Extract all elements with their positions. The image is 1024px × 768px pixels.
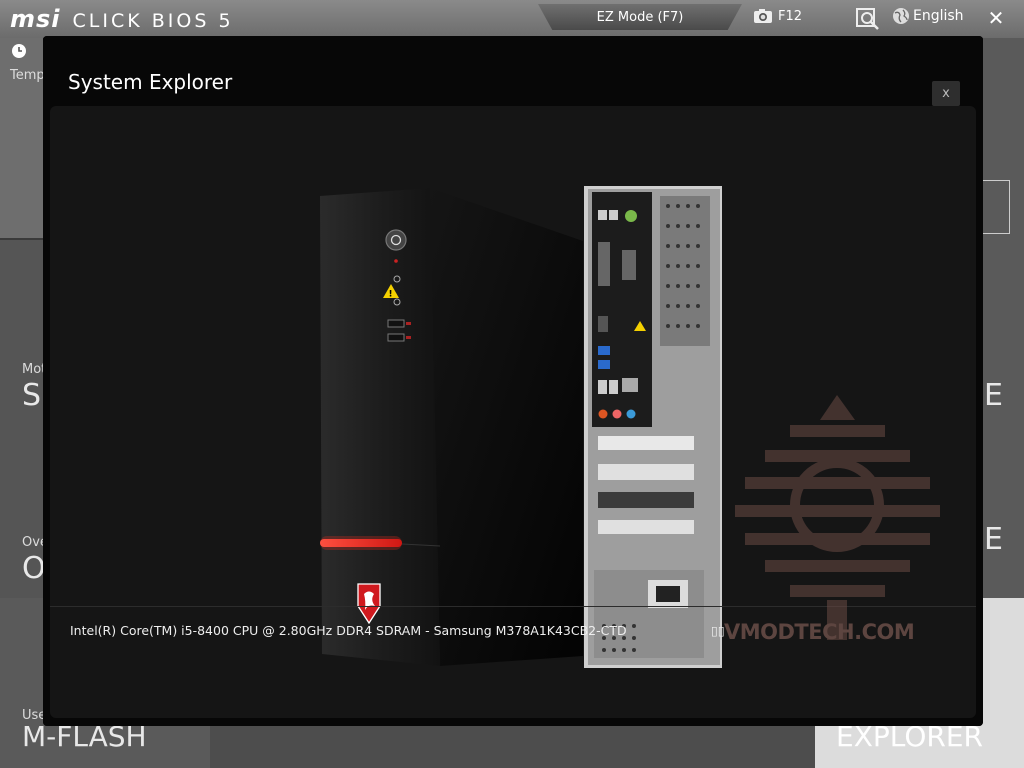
globe-icon — [893, 8, 909, 24]
camera-icon — [754, 9, 772, 23]
watermark-text: VMODTECH.COM — [724, 620, 915, 644]
watermark-logo — [735, 395, 940, 640]
brand: msi CLICK BIOS 5 — [10, 5, 234, 33]
tile-right-label-1[interactable]: E — [984, 378, 1003, 413]
click-bios-title: CLICK BIOS 5 — [72, 10, 234, 32]
search-icon — [856, 8, 879, 30]
right-tile-area — [983, 38, 1024, 598]
pc-rear-image — [584, 186, 722, 668]
screenshot-button[interactable]: F12 — [753, 8, 802, 24]
clock-icon — [12, 44, 26, 58]
language-button[interactable]: English — [892, 7, 964, 25]
right-input-box — [983, 180, 1010, 234]
language-label: English — [913, 8, 964, 24]
system-info-extra: ▯▯ — [711, 623, 725, 638]
top-bar: msi CLICK BIOS 5 EZ Mode (F7) F12 Englis… — [0, 0, 1024, 38]
ez-mode-label: EZ Mode (F7) — [596, 9, 684, 25]
dialog-title: System Explorer — [68, 70, 233, 94]
dialog-close-button[interactable]: x — [932, 81, 960, 106]
temp-label: Temp — [10, 68, 45, 83]
ez-mode-tab[interactable]: EZ Mode (F7) — [538, 4, 742, 30]
exit-bios-button[interactable]: ✕ — [986, 8, 1006, 28]
system-info-text: Intel(R) Core(TM) i5-8400 CPU @ 2.80GHz … — [70, 623, 627, 638]
tile-right-label-2[interactable]: E — [984, 522, 1003, 557]
pc-front-image: ! — [320, 188, 583, 666]
screenshot-key-label: F12 — [778, 8, 803, 24]
hardware-monitor-button[interactable] — [856, 8, 880, 30]
svg-text:!: ! — [389, 290, 393, 300]
msi-logo: msi — [10, 5, 61, 33]
